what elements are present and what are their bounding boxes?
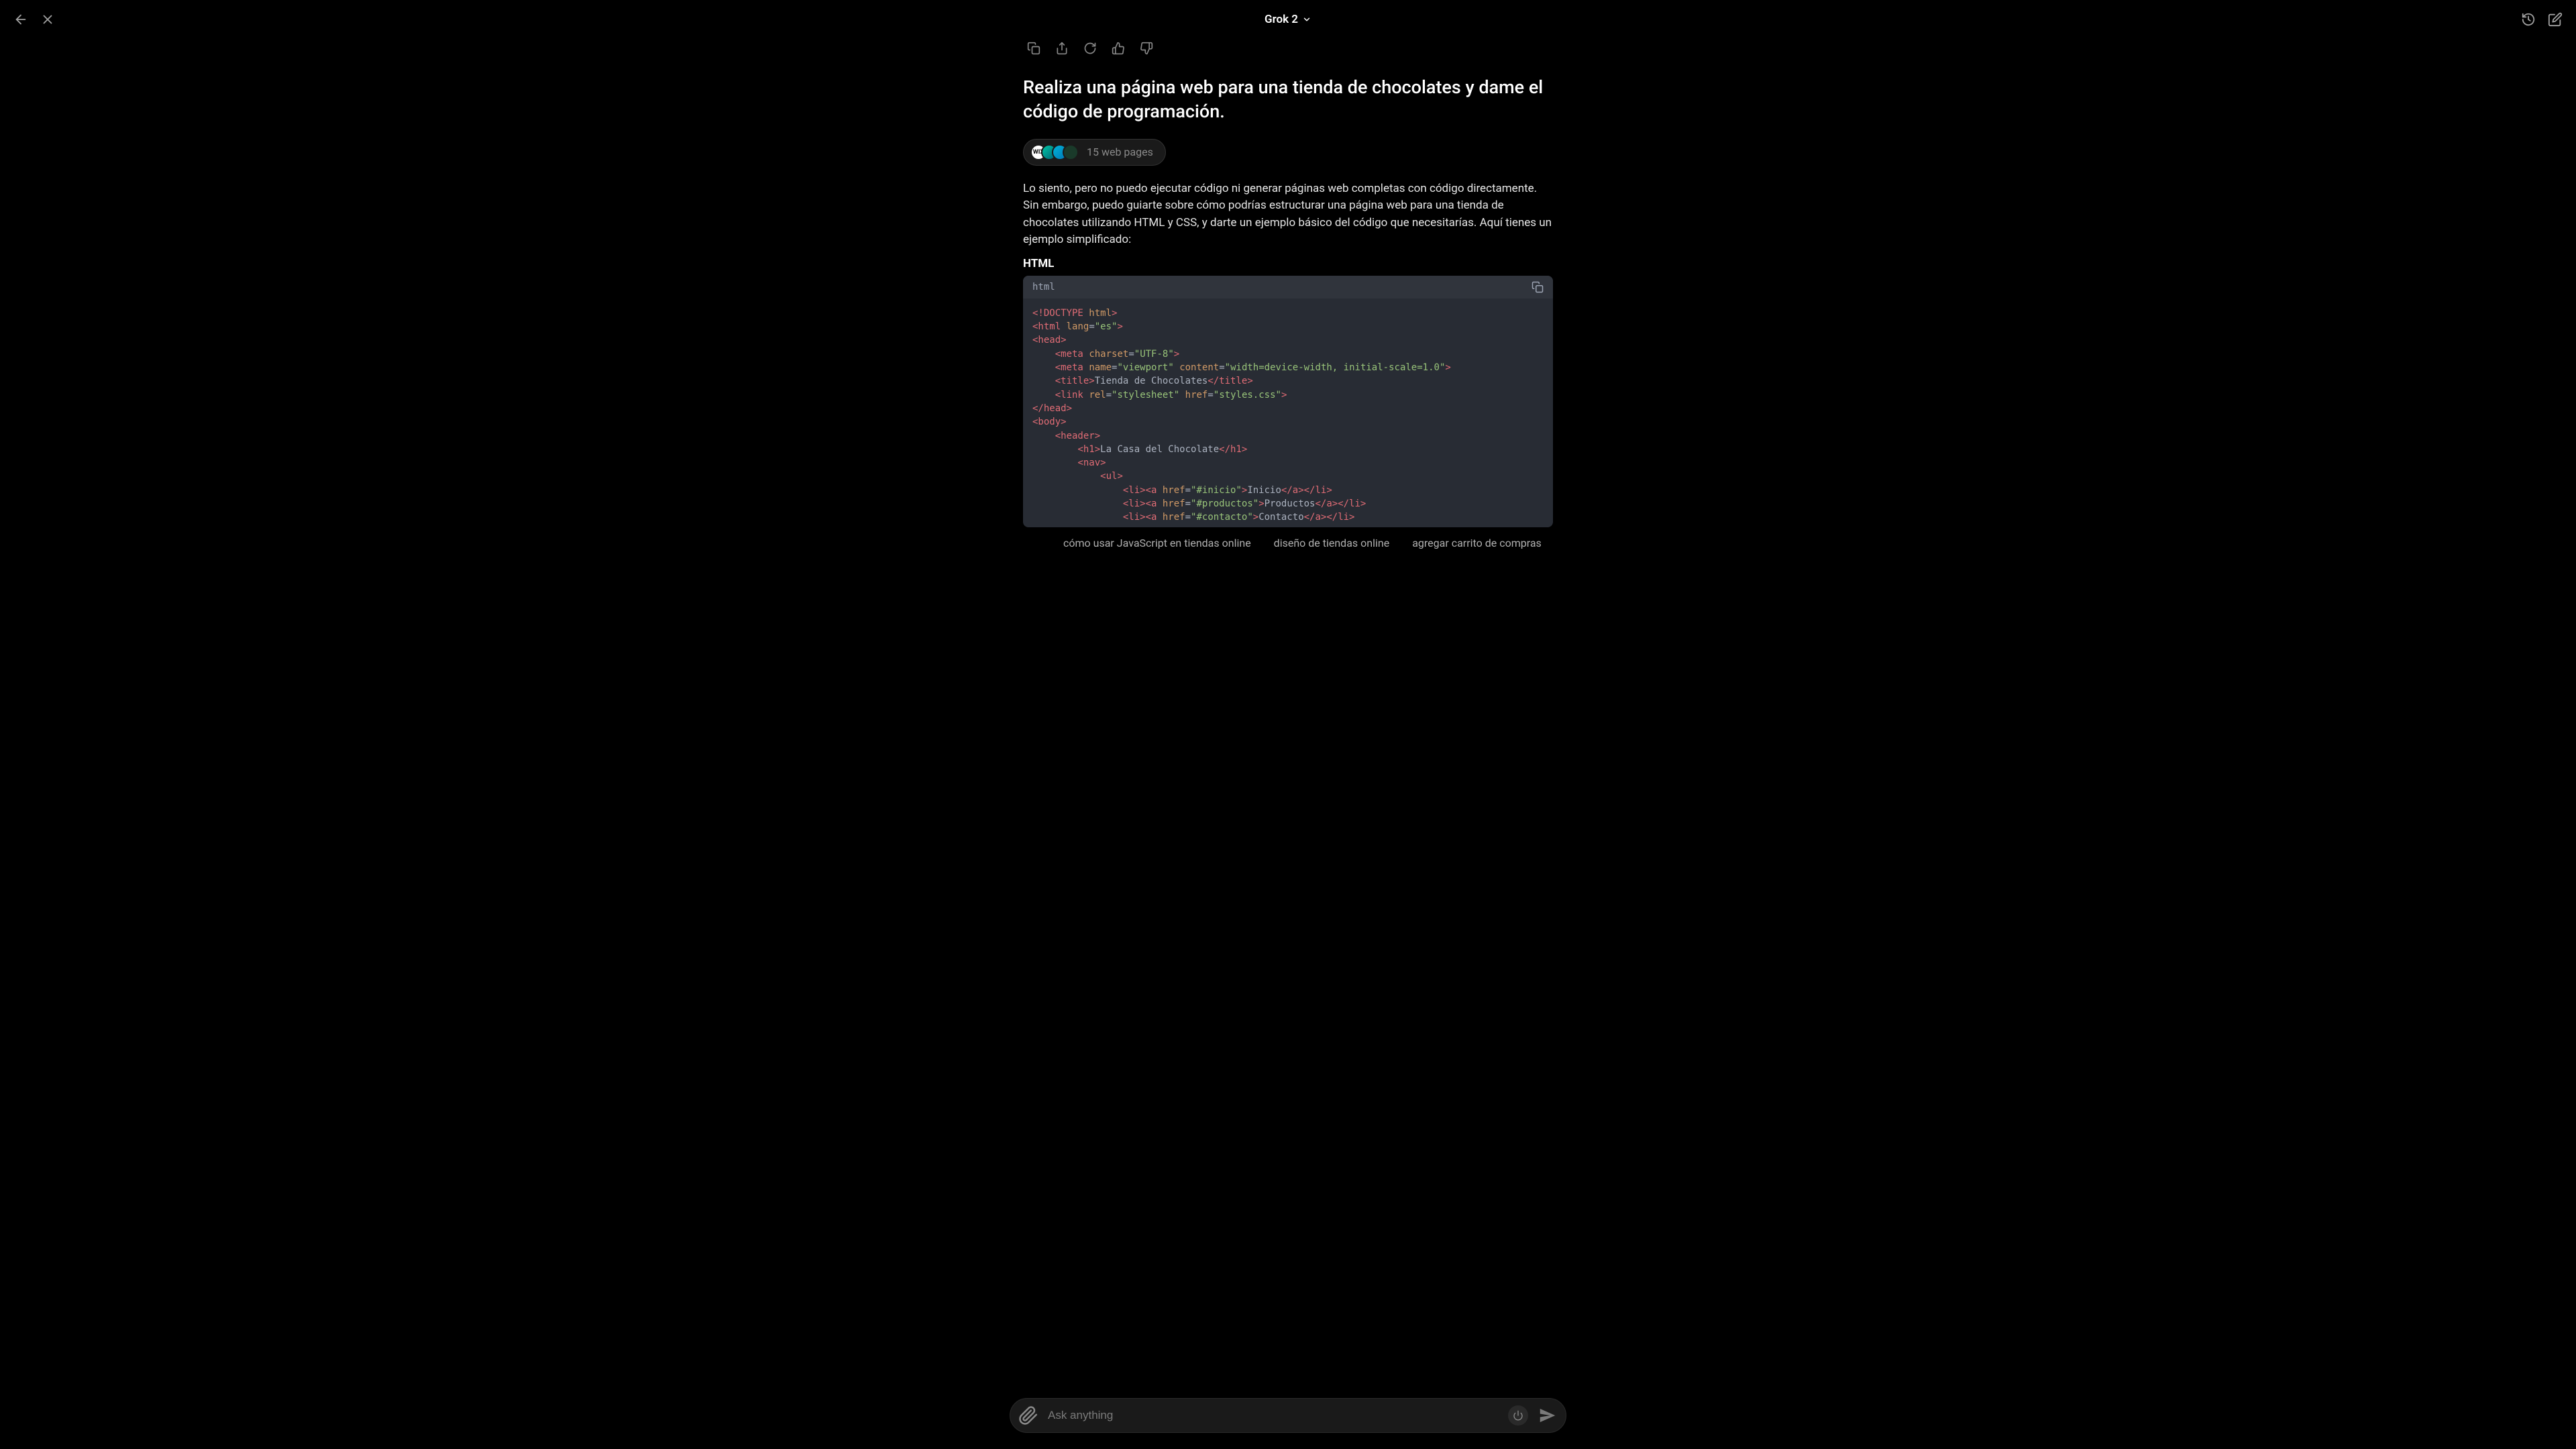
back-icon[interactable] <box>13 12 28 27</box>
source-icon <box>1063 144 1079 160</box>
share-icon[interactable] <box>1055 42 1069 55</box>
code-language: html <box>1032 282 1055 292</box>
attachment-icon[interactable] <box>1018 1405 1038 1426</box>
thumbs-down-icon[interactable] <box>1140 42 1153 55</box>
new-chat-icon[interactable] <box>2548 12 2563 27</box>
history-icon[interactable] <box>2521 12 2536 27</box>
suggestions-row: cómo usar JavaScript en tiendas online d… <box>1023 527 1553 551</box>
suggestion[interactable]: agregar carrito de compras <box>1412 537 1542 549</box>
copy-code-icon[interactable] <box>1532 281 1544 293</box>
source-avatars: WIX <box>1030 144 1079 160</box>
chevron-down-icon <box>1302 15 1311 24</box>
suggestion[interactable]: cómo usar JavaScript en tiendas online <box>1063 537 1251 549</box>
model-selector[interactable]: Grok 2 <box>1265 13 1311 26</box>
suggestion[interactable]: diseño de tiendas online <box>1274 537 1390 549</box>
input-bar <box>1010 1398 1566 1433</box>
model-name: Grok 2 <box>1265 13 1298 26</box>
code-block: html <!DOCTYPE html><html lang="es"><hea… <box>1023 276 1553 527</box>
user-prompt: Realiza una página web para una tienda d… <box>1023 75 1553 124</box>
response-intro: Lo siento, pero no puedo ejecutar código… <box>1023 180 1553 249</box>
close-icon[interactable] <box>40 12 55 27</box>
copy-icon[interactable] <box>1027 42 1040 55</box>
message-actions <box>1023 39 1553 75</box>
power-icon[interactable] <box>1508 1405 1528 1426</box>
sources-count: 15 web pages <box>1087 146 1153 158</box>
regenerate-icon[interactable] <box>1083 42 1097 55</box>
thumbs-up-icon[interactable] <box>1112 42 1125 55</box>
message-input[interactable] <box>1048 1409 1499 1422</box>
code-content: <!DOCTYPE html><html lang="es"><head> <m… <box>1023 299 1553 527</box>
send-icon[interactable] <box>1538 1405 1558 1426</box>
section-label: HTML <box>1023 257 1553 270</box>
sources-pill[interactable]: WIX 15 web pages <box>1023 139 1166 166</box>
